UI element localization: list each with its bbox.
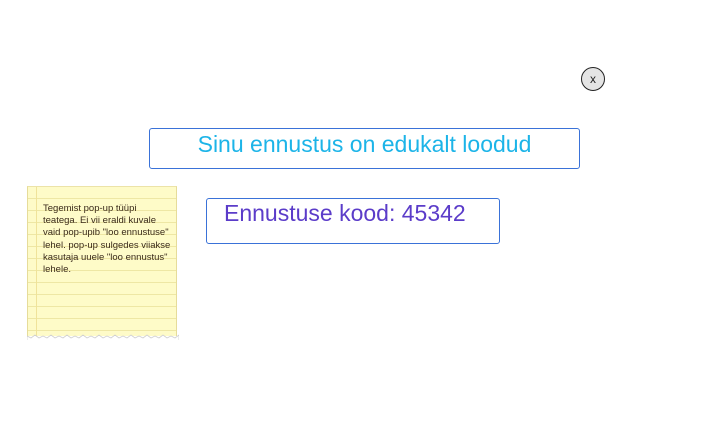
prediction-code-value: 45342 <box>401 200 466 226</box>
prediction-success-popup: x Sinu ennustus on edukalt loodud Ennust… <box>0 0 716 430</box>
prediction-code-label: Ennustuse kood: <box>224 200 396 226</box>
annotation-sticky-note: Tegemist pop-up tüüpi teatega. Ei vii er… <box>27 186 179 340</box>
torn-edge <box>27 334 179 340</box>
success-message: Sinu ennustus on edukalt loodud <box>197 131 532 157</box>
note-margin-line <box>36 187 37 336</box>
prediction-code-box: Ennustuse kood: 45342 <box>206 198 500 244</box>
close-button[interactable]: x <box>581 67 605 91</box>
success-message-box: Sinu ennustus on edukalt loodud <box>149 128 580 169</box>
close-icon: x <box>590 72 596 86</box>
sticky-note-text: Tegemist pop-up tüüpi teatega. Ei vii er… <box>43 203 171 276</box>
